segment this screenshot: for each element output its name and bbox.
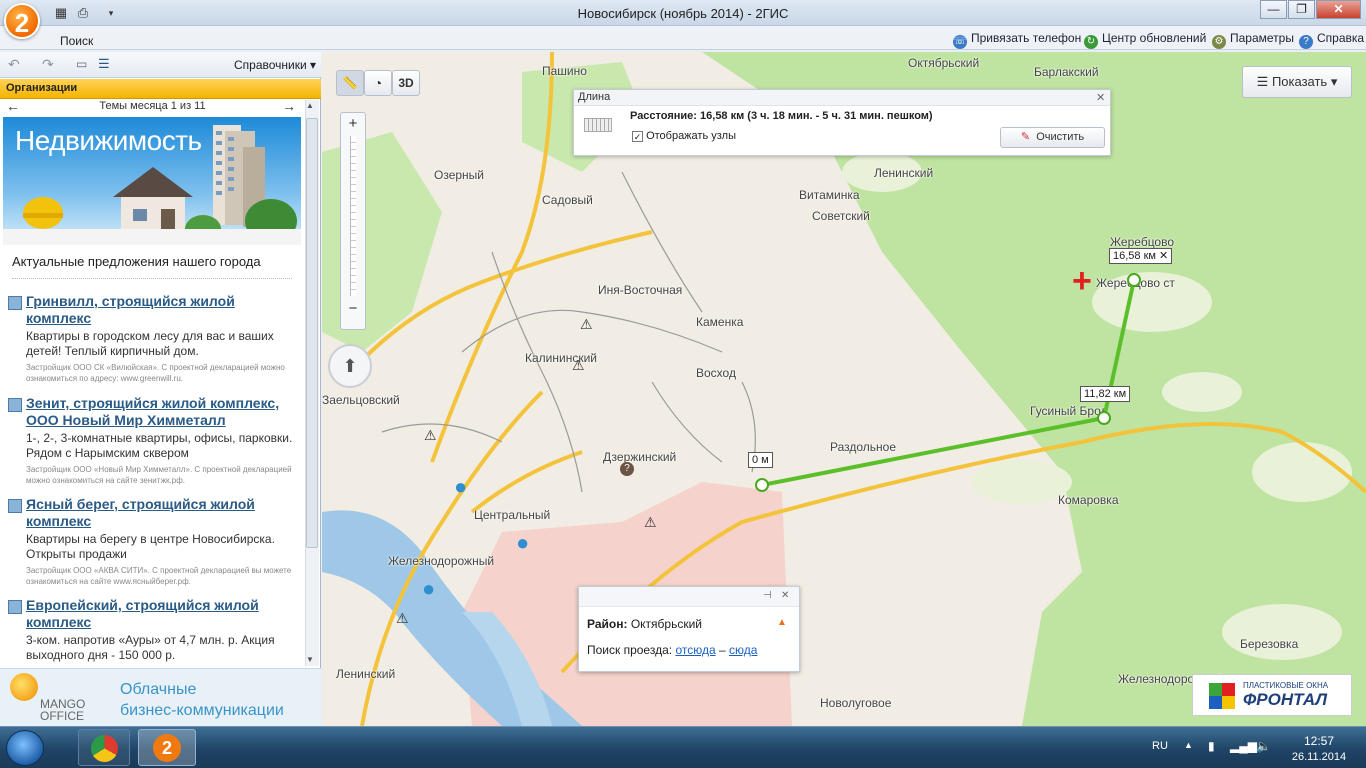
list-item: Зенит, строящийся жилой комплекс, ООО Но… (8, 395, 298, 486)
ruler-icon (584, 118, 612, 132)
directories-dropdown[interactable]: Справочники ▾ (234, 58, 316, 72)
district-popup: ⊣ ✕ Район: Октябрьский ▲ Поиск проезда: … (578, 586, 800, 672)
news-description: Квартиры на берегу в центре Новосибирска… (26, 532, 275, 561)
clock-time: 12:57 (1303, 734, 1335, 748)
refresh-icon: ↻ (1084, 35, 1098, 49)
prev-theme-arrow-icon[interactable]: ← (6, 98, 20, 114)
list-item: Гринвилл, строящийся жилой комплекс Квар… (8, 293, 298, 384)
news-title-link[interactable]: Зенит, строящийся жилой комплекс, ООО Но… (8, 395, 298, 429)
mango-brand: MANGO OFFICE (40, 697, 86, 723)
bind-phone-link[interactable]: ☏ Привязать телефон (953, 31, 1081, 49)
route-from-link[interactable]: отсюда (675, 643, 715, 657)
news-description: 1-, 2-, 3-комнатные квартиры, офисы, пар… (26, 431, 293, 460)
news-disclaimer: Застройщик ООО СК «Вилюйская». С проектн… (26, 363, 285, 383)
close-icon[interactable]: ✕ (1096, 91, 1105, 104)
frontal-logo-icon (1209, 683, 1235, 709)
window-title: Новосибирск (ноябрь 2014) - 2ГИС (577, 6, 789, 21)
distance-label: 0 м (748, 452, 773, 468)
organizations-header[interactable]: Организации (0, 79, 321, 99)
sidebar-toolbar: ↶ ↷ ▭ ☰ Справочники ▾ (0, 52, 321, 78)
banner-illustration (3, 125, 301, 245)
settings-link[interactable]: ⚙ Параметры (1212, 31, 1294, 49)
language-indicator[interactable]: RU (1152, 740, 1168, 752)
route-to-link[interactable]: сюда (729, 643, 757, 657)
volume-icon[interactable]: 🔈 (1256, 739, 1271, 753)
themes-counter: Темы месяца 1 из 11 (99, 100, 206, 112)
news-disclaimer: Застройщик ООО «АКВА СИТИ». С проектной … (26, 566, 292, 586)
minimize-button[interactable]: — (1260, 0, 1287, 19)
clock-date: 26.11.2014 (1291, 751, 1347, 763)
clear-button[interactable]: ✎ Очистить (1000, 127, 1105, 148)
frontal-ad[interactable]: ПЛАСТИКОВЫЕ ОКНА ФРОНТАЛ (1192, 674, 1352, 716)
gear-icon: ⚙ (1212, 35, 1226, 49)
pin-icon[interactable]: ⊣ (763, 590, 772, 601)
news-disclaimer: Застройщик ООО «Новый Мир Химметалл». С … (26, 465, 292, 485)
news-title-link[interactable]: Ясный берег, строящийся жилой комплекс (8, 496, 298, 530)
divider (12, 278, 292, 279)
news-title-link[interactable]: Европейский, строящийся жилой комплекс (8, 597, 298, 631)
measure-header: Длина (574, 90, 1110, 106)
mango-slogan: Облачные бизнес-коммуникации (120, 681, 284, 719)
list-item: Ясный берег, строящийся жилой комплекс К… (8, 496, 298, 587)
themes-bar: ← Темы месяца 1 из 11 → (0, 98, 305, 116)
checkbox-checked-icon[interactable]: ✓ (632, 131, 643, 142)
scrollbar-thumb[interactable] (306, 118, 318, 548)
catalog-icon[interactable]: ☰ (98, 56, 110, 72)
show-nodes-checkbox[interactable]: ✓ Отображать узлы (632, 130, 736, 142)
scroll-down-icon[interactable]: ▼ (306, 655, 314, 664)
realty-banner[interactable]: Недвижимость (3, 117, 301, 245)
distance-text: Расстояние: 16,58 км (3 ч. 18 мин. - 5 ч… (630, 110, 933, 122)
forward-icon[interactable]: ↷ (42, 56, 54, 73)
route-search-line: Поиск проезда: отсюда – сюда (587, 643, 758, 657)
news-title-link[interactable]: Гринвилл, строящийся жилой комплекс (8, 293, 298, 327)
search-tab[interactable]: Поиск (60, 34, 93, 48)
help-link[interactable]: ? Справка (1299, 31, 1364, 49)
tray-expand-icon[interactable]: ▲ (1184, 740, 1193, 750)
phone-icon: ☏ (953, 35, 967, 49)
2gis-icon: 2 (153, 734, 181, 762)
app-logo-icon[interactable]: 2 (4, 3, 40, 39)
scroll-up-icon[interactable]: ▲ (306, 101, 314, 110)
signal-icon[interactable]: ▂▄▆ (1230, 739, 1257, 753)
warning-icon: ▲ (777, 617, 787, 628)
mango-logo-icon (10, 673, 38, 701)
next-theme-arrow-icon[interactable]: → (282, 98, 296, 114)
list-icon[interactable]: ▭ (76, 57, 87, 71)
distance-label: 11,82 км (1080, 386, 1131, 402)
measure-panel: Длина ✕ Расстояние: 16,58 км (3 ч. 18 ми… (573, 89, 1111, 156)
news-description: Квартиры в городском лесу для вас и ваши… (26, 329, 274, 358)
start-button-icon[interactable] (6, 730, 44, 766)
back-icon[interactable]: ↶ (8, 56, 20, 73)
distance-label[interactable]: 16,58 км ✕ (1109, 248, 1173, 264)
list-item: Европейский, строящийся жилой комплекс 3… (8, 597, 298, 663)
maximize-button[interactable]: ❐ (1288, 0, 1315, 19)
news-description: 3-ком. напротив «Ауры» от 4,7 млн. р. Ак… (26, 633, 275, 662)
taskbar-app-chrome[interactable] (78, 729, 130, 766)
close-icon[interactable]: ✕ (781, 590, 789, 601)
district-line: Район: Октябрьский (587, 617, 702, 631)
banner-caption: Актуальные предложения нашего города (12, 254, 261, 269)
crosshair-icon: + (1072, 262, 1092, 300)
clock[interactable]: 12:57 26.11.2014 (1282, 733, 1356, 765)
battery-icon[interactable]: ▮ (1208, 739, 1215, 753)
remove-point-icon[interactable]: ✕ (1159, 250, 1168, 262)
chrome-icon (91, 735, 118, 762)
eraser-icon: ✎ (1020, 131, 1031, 143)
update-center-link[interactable]: ↻ Центр обновлений (1084, 31, 1206, 49)
close-button[interactable]: ✕ (1316, 0, 1361, 19)
taskbar-app-2gis[interactable]: 2 (138, 729, 196, 766)
help-icon: ? (1299, 35, 1313, 49)
